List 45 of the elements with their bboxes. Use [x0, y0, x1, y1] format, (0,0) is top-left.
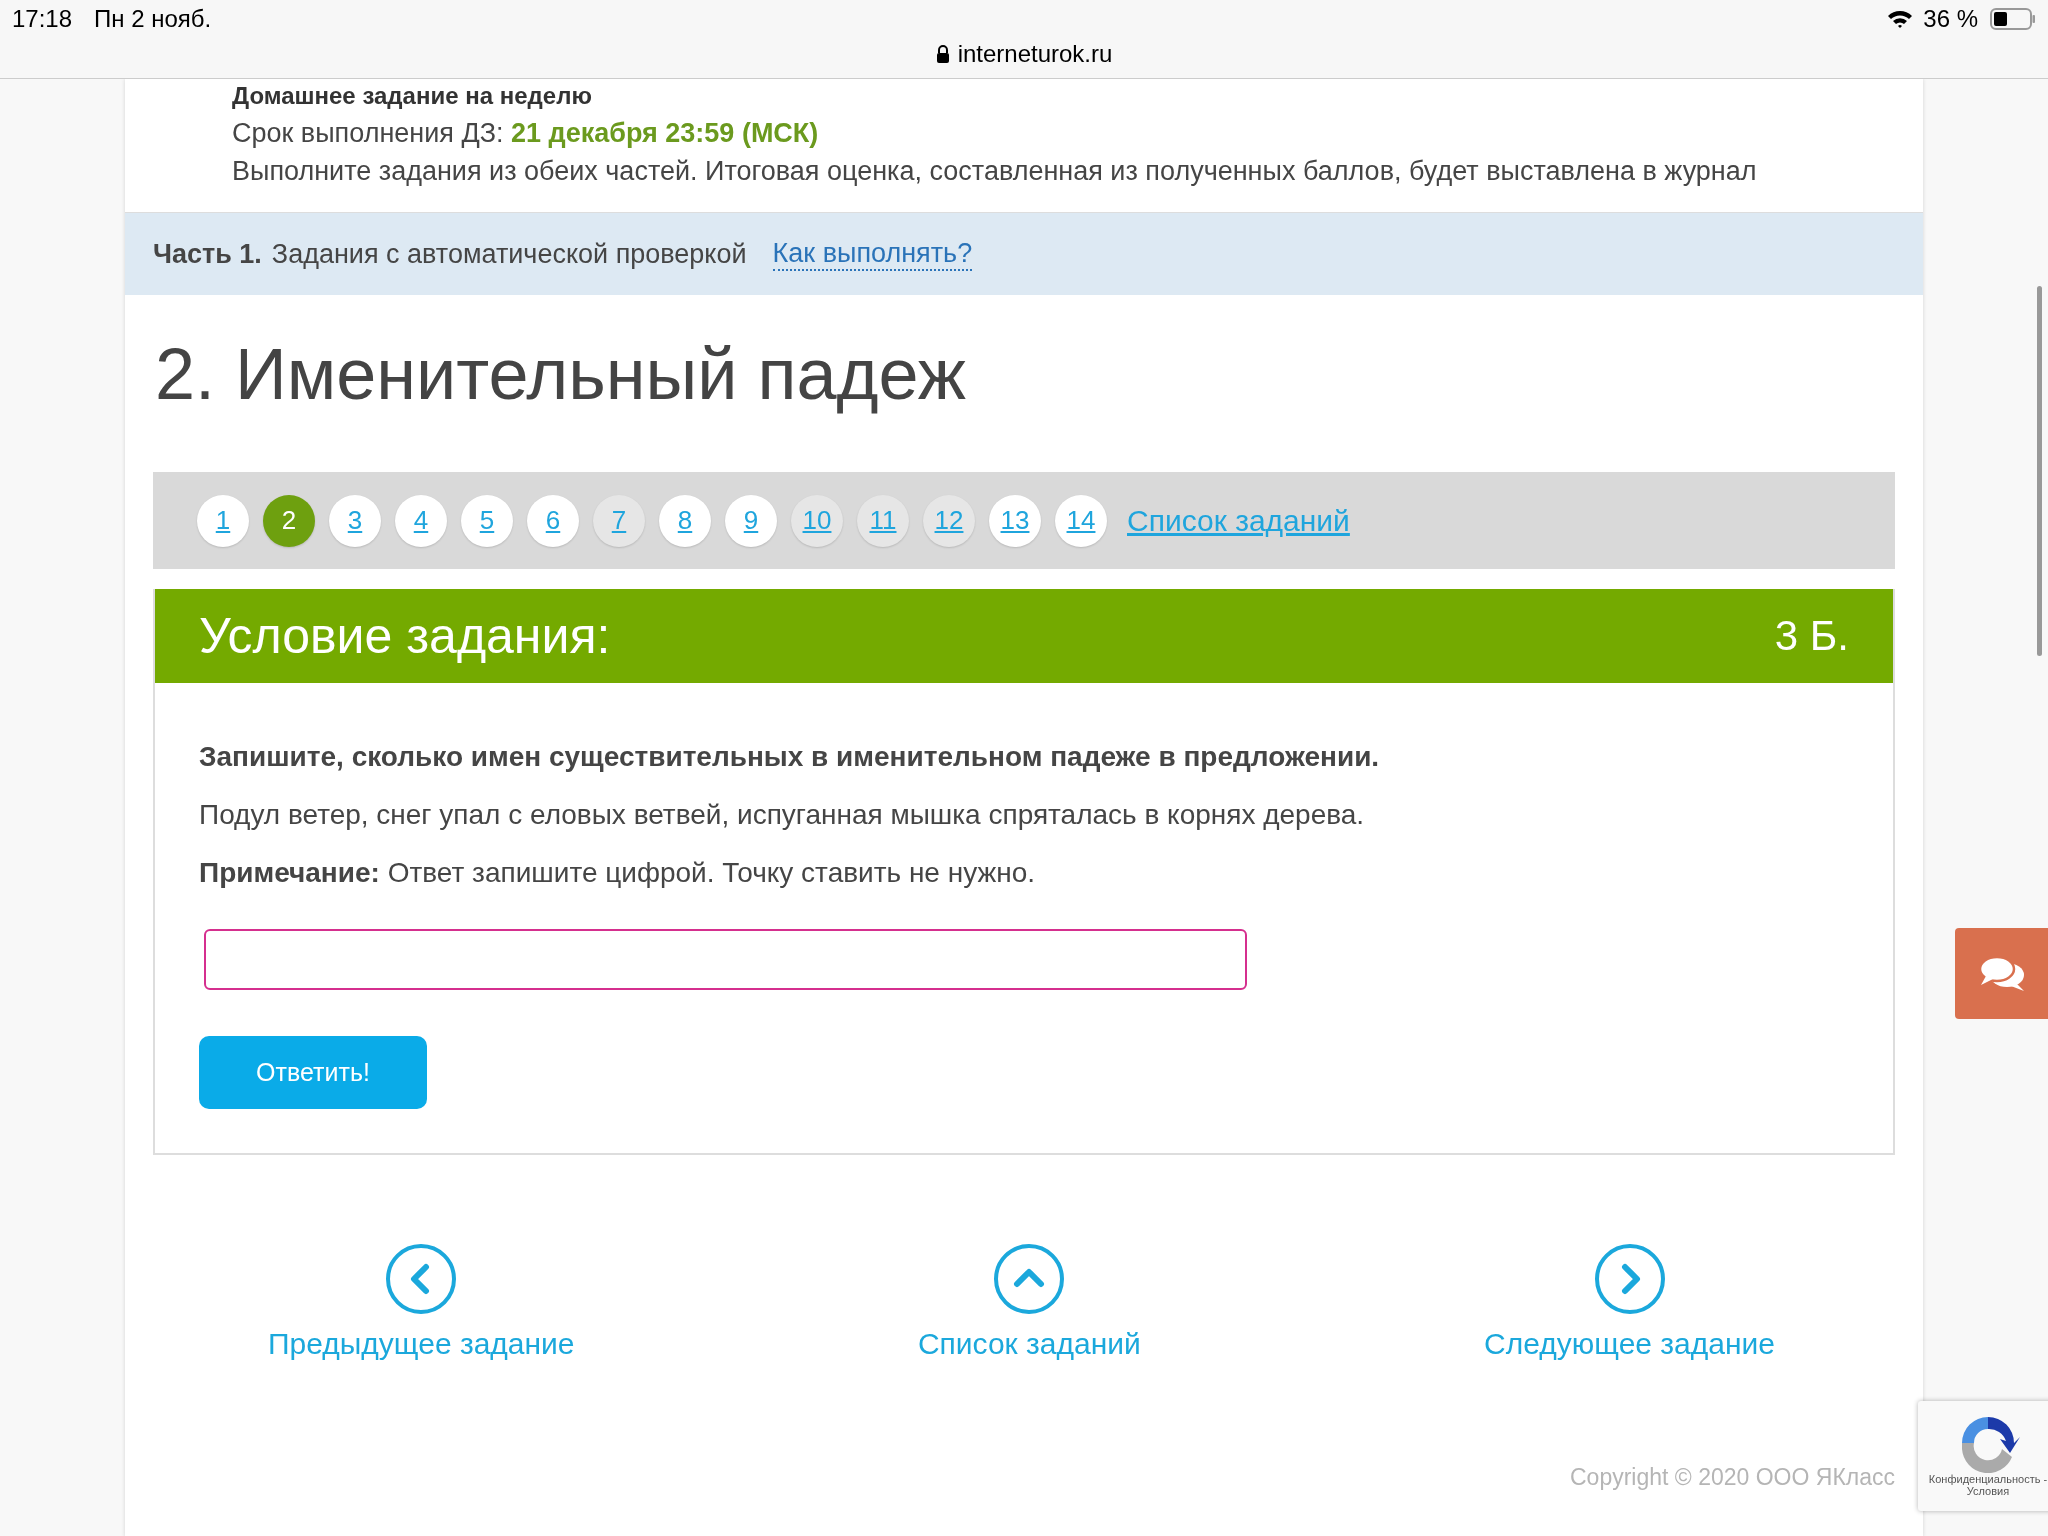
recaptcha-badge[interactable]: Конфиденциальность - Условия: [1918, 1401, 2048, 1511]
page-link[interactable]: 11: [857, 494, 909, 547]
deadline-label: Срок выполнения ДЗ:: [232, 118, 504, 148]
wifi-icon: [1887, 9, 1914, 29]
part-label: Часть 1.: [153, 238, 262, 270]
url-text[interactable]: interneturok.ru: [957, 40, 1113, 68]
page-link[interactable]: 2: [263, 494, 315, 547]
scrollbar[interactable]: [2037, 286, 2042, 656]
task-sentence: Подул ветер, снег упал с еловых ветвей, испуганная мышка спряталась в корнях дерева.: [199, 799, 1366, 831]
deadline-date: 21 декабря 23:59 (МСК): [511, 118, 819, 148]
status-time: 17:18: [12, 5, 73, 33]
page-link[interactable]: 13: [989, 494, 1041, 547]
page-link[interactable]: 14: [1055, 494, 1107, 547]
nav-link[interactable]: Предыдущее задание: [268, 1327, 575, 1361]
homework-note: Выполните задания из обеих частей. Итоговая оценка, составленная из полученных баллов, будет выставлена в журнал: [232, 155, 1758, 187]
part-text: Задания с автоматической проверкой: [271, 238, 747, 270]
task-title: 2. Именительный падеж: [155, 333, 967, 415]
task-question: Запишите, сколько имен существительных в именительном падеже в предложении.: [199, 741, 1381, 773]
page-link[interactable]: 6: [527, 494, 579, 547]
page-link[interactable]: 5: [461, 494, 513, 547]
page-link[interactable]: 1: [197, 494, 249, 547]
nav-link[interactable]: Следующее задание: [1484, 1327, 1775, 1361]
page-link[interactable]: 4: [395, 494, 447, 547]
homework-title: Домашнее задание на неделю: [232, 81, 593, 111]
battery-percent: 36 %: [1923, 5, 1978, 33]
task-list-link[interactable]: Список заданий: [1127, 503, 1350, 538]
answer-field[interactable]: [204, 929, 1247, 990]
help-link[interactable]: Как выполнять?: [772, 237, 973, 271]
page-link[interactable]: 7: [593, 494, 645, 547]
submit-button[interactable]: Ответить!: [199, 1036, 427, 1109]
task-points: 3 Б.: [1774, 612, 1849, 660]
nav-link[interactable]: Список заданий: [917, 1327, 1141, 1361]
chat-button[interactable]: [1955, 928, 2048, 1019]
copyright-text: Copyright © 2020 ООО ЯКласс: [1570, 1464, 1895, 1490]
page-link[interactable]: 8: [659, 494, 711, 547]
page-link[interactable]: 9: [725, 494, 777, 547]
page-link[interactable]: 10: [791, 494, 843, 547]
battery-icon: [1990, 8, 2036, 30]
task-note: Примечание: Ответ запишите цифрой. Точку ставить не нужно.: [199, 857, 1037, 889]
status-date: Пн 2 нояб.: [94, 5, 212, 33]
lock-icon: [935, 45, 950, 63]
page-link[interactable]: 12: [923, 494, 975, 547]
task-header-title: Условие задания:: [199, 607, 611, 665]
recaptcha-text[interactable]: Конфиденциальность - Условия: [1926, 1473, 2048, 1498]
page-link[interactable]: 3: [329, 494, 381, 547]
